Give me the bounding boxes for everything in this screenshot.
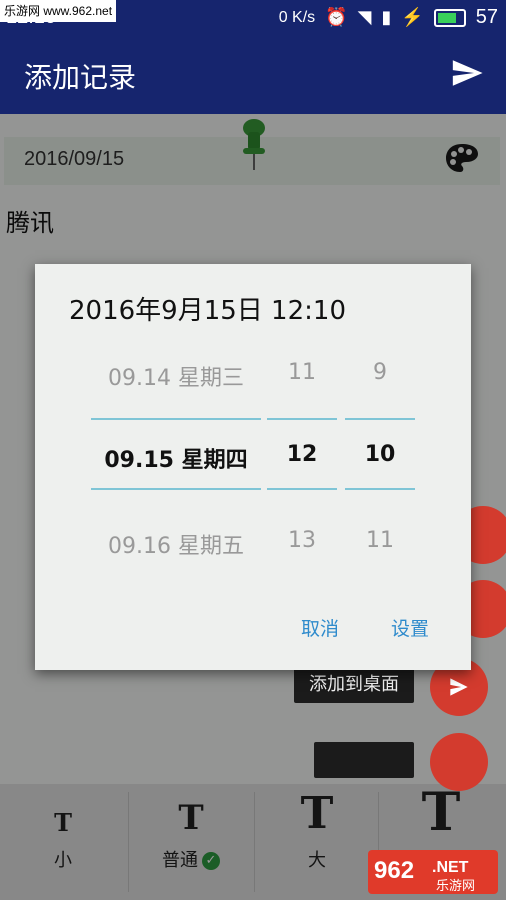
wifi-icon: ◥ — [357, 7, 372, 27]
picker-divider — [345, 418, 415, 420]
minute-option[interactable]: 9 — [345, 360, 415, 385]
battery-level: 57 — [475, 6, 498, 28]
picker-divider — [267, 418, 337, 420]
watermark-logo: 962 .NET 乐游网 — [368, 850, 498, 894]
dialog-title: 2016年9月15日 12:10 — [69, 296, 346, 326]
picker-divider — [91, 488, 261, 490]
hour-selected[interactable]: 12 — [267, 442, 337, 467]
watermark-logo-text: 乐游网 — [436, 879, 475, 894]
add-to-desktop-label: 添加到桌面 — [294, 667, 414, 703]
battery-icon — [433, 8, 466, 27]
date-option[interactable]: 09.16 星期五 — [91, 528, 261, 560]
set-button[interactable]: 设置 — [391, 614, 429, 641]
picker-divider — [91, 418, 261, 420]
datetime-picker-dialog: 2016年9月15日 12:10 09.14 星期三 09.15 星期四 09.… — [35, 264, 471, 670]
minute-option[interactable]: 11 — [345, 528, 415, 553]
watermark-text: 乐游网 www.962.net — [0, 0, 117, 22]
minute-selected[interactable]: 10 — [345, 442, 415, 467]
status-icons: 0 K/s ⏰ ◥ ▮ ⚡ 57 — [279, 6, 498, 29]
picker-divider — [267, 488, 337, 490]
app-bar: 添加记录 — [0, 36, 506, 114]
page-title: 添加记录 — [24, 61, 137, 94]
charging-icon: ⚡ — [401, 7, 424, 27]
send-icon — [450, 678, 468, 696]
alarm-icon: ⏰ — [325, 7, 348, 27]
date-selected[interactable]: 09.15 星期四 — [91, 442, 261, 474]
hour-option[interactable]: 11 — [267, 360, 337, 385]
date-option[interactable]: 09.14 星期三 — [91, 360, 261, 392]
network-speed: 0 K/s — [278, 8, 316, 26]
picker-divider — [345, 488, 415, 490]
hour-option[interactable]: 13 — [267, 528, 337, 553]
fab-option-label — [314, 742, 414, 778]
fab-option[interactable] — [430, 733, 488, 791]
watermark-logo-suffix: .NET — [432, 859, 469, 876]
send-icon[interactable] — [450, 56, 484, 90]
watermark-logo-number: 962 — [374, 857, 414, 884]
signal-icon: ▮ — [381, 7, 392, 27]
cancel-button[interactable]: 取消 — [301, 614, 339, 641]
